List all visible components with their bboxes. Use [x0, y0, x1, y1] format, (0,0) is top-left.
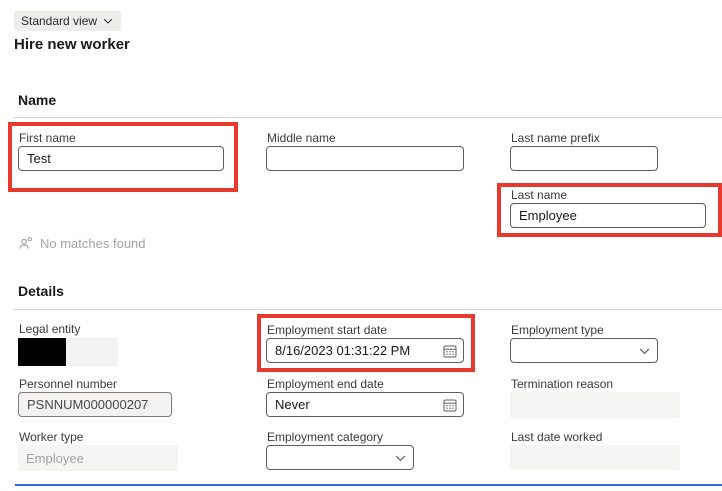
employment-start-date-input[interactable] [266, 338, 464, 363]
employment-end-date-input[interactable] [266, 392, 464, 417]
employment-start-date-field [266, 338, 464, 363]
middle-name-input[interactable] [266, 146, 464, 171]
hire-new-worker-page: Standard view Hire new worker Name First… [0, 0, 722, 491]
worker-type-label: Worker type [19, 430, 84, 444]
bottom-accent-divider [15, 484, 722, 486]
chevron-down-icon[interactable] [638, 344, 651, 357]
employment-end-date-label: Employment end date [267, 377, 384, 391]
calendar-icon[interactable] [443, 398, 457, 412]
last-name-prefix-input[interactable] [510, 146, 658, 171]
worker-type-field: Employee [18, 445, 178, 471]
details-section-divider [14, 309, 722, 310]
view-selector-button[interactable]: Standard view [14, 11, 122, 31]
worker-type-value: Employee [26, 450, 84, 466]
last-name-prefix-label: Last name prefix [511, 131, 600, 145]
legal-entity-label: Legal entity [19, 322, 81, 336]
first-name-label: First name [19, 131, 76, 145]
employment-category-label: Employment category [267, 430, 384, 444]
first-name-input[interactable] [18, 146, 224, 171]
termination-reason-field [510, 392, 680, 418]
name-section-divider [14, 117, 722, 118]
personnel-number-label: Personnel number [19, 377, 118, 391]
employment-end-date-field [266, 392, 464, 417]
employment-category-select[interactable] [266, 445, 414, 470]
no-matches-row: No matches found [18, 236, 146, 251]
personnel-number-value: PSNNUM000000207 [27, 397, 149, 412]
no-matches-text: No matches found [40, 236, 146, 251]
termination-reason-label: Termination reason [511, 377, 614, 391]
last-date-worked-field [510, 445, 680, 470]
employment-type-field [510, 338, 658, 363]
chevron-down-icon[interactable] [394, 451, 407, 464]
personnel-number-field: PSNNUM000000207 [18, 392, 172, 417]
last-date-worked-label: Last date worked [511, 430, 603, 444]
last-name-label: Last name [511, 188, 568, 202]
person-search-icon [18, 236, 33, 251]
employment-type-select[interactable] [510, 338, 658, 363]
view-selector-label: Standard view [21, 14, 98, 28]
page-title: Hire new worker [14, 36, 130, 53]
calendar-icon[interactable] [443, 344, 457, 358]
employment-type-label: Employment type [511, 323, 604, 337]
employment-category-field [266, 445, 414, 470]
employment-start-date-label: Employment start date [267, 323, 388, 337]
section-title-name: Name [18, 92, 57, 108]
chevron-down-icon [102, 15, 114, 27]
redaction-overlay [18, 338, 66, 366]
section-title-details: Details [18, 283, 64, 299]
middle-name-label: Middle name [267, 131, 336, 145]
last-name-input[interactable] [510, 203, 706, 228]
